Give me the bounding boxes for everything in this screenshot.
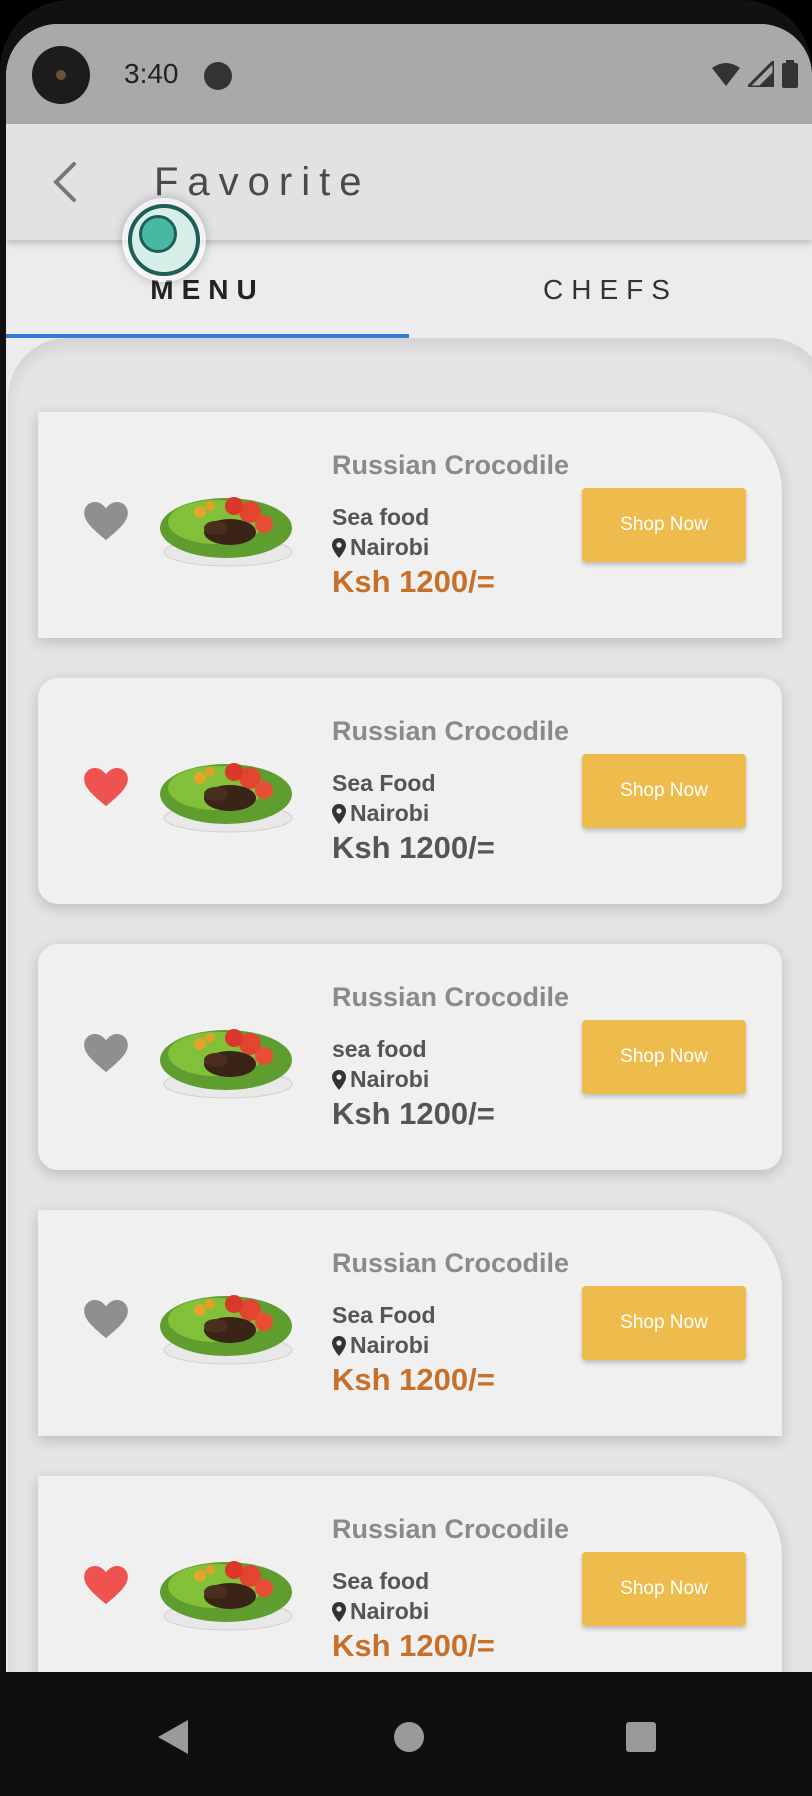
dish-name: Russian Crocodile <box>332 982 570 1012</box>
signal-icon <box>748 61 774 87</box>
food-image <box>160 1029 293 1099</box>
dish-price: Ksh 1200/= <box>332 830 495 865</box>
favorite-card[interactable]: Russian Crocodile sea food Nairobi Ksh 1… <box>38 944 782 1170</box>
shop-now-button[interactable]: Shop Now <box>582 1020 746 1094</box>
dish-category: sea food <box>332 1036 427 1062</box>
nav-back-icon[interactable] <box>158 1720 188 1754</box>
dish-location: Nairobi <box>332 1066 429 1093</box>
location-text: Nairobi <box>350 1332 430 1358</box>
dish-location: Nairobi <box>332 1332 429 1359</box>
heart-icon[interactable] <box>84 1566 128 1606</box>
dish-location: Nairobi <box>332 1598 429 1625</box>
location-text: Nairobi <box>350 534 430 560</box>
shop-now-button[interactable]: Shop Now <box>582 488 746 562</box>
favorite-card[interactable]: Russian Crocodile Sea Food Nairobi Ksh 1… <box>38 1210 782 1436</box>
dish-category: Sea Food <box>332 1302 436 1328</box>
page-title: Favorite <box>154 160 371 204</box>
status-time: 3:40 <box>124 58 179 89</box>
status-bar: 3:40 <box>6 24 812 124</box>
heart-icon[interactable] <box>84 1034 128 1074</box>
dish-price: Ksh 1200/= <box>332 564 495 599</box>
device-frame: 3:40 Favorite MENU CHEFS Russian Crocodi… <box>0 0 812 1796</box>
screen: 3:40 Favorite MENU CHEFS Russian Crocodi… <box>6 24 812 1672</box>
heart-icon[interactable] <box>84 502 128 542</box>
dish-name: Russian Crocodile <box>332 450 570 480</box>
food-image <box>160 497 293 567</box>
touch-indicator <box>122 198 206 282</box>
nav-recents-icon[interactable] <box>626 1722 656 1752</box>
dish-name: Russian Crocodile <box>332 1248 570 1278</box>
nav-home-icon[interactable] <box>394 1722 424 1752</box>
dish-location: Nairobi <box>332 800 429 827</box>
navigation-bar <box>0 1672 812 1796</box>
heart-icon[interactable] <box>84 768 128 808</box>
dish-price: Ksh 1200/= <box>332 1362 495 1397</box>
heart-icon[interactable] <box>84 1300 128 1340</box>
dish-category: Sea Food <box>332 770 436 796</box>
location-pin-icon <box>332 1069 346 1090</box>
favorite-card[interactable]: Russian Crocodile Sea food Nairobi Ksh 1… <box>38 412 782 638</box>
dish-price: Ksh 1200/= <box>332 1628 495 1663</box>
favorite-card[interactable]: Russian Crocodile Sea food Nairobi Ksh 1… <box>38 1476 782 1672</box>
favorite-card[interactable]: Russian Crocodile Sea Food Nairobi Ksh 1… <box>38 678 782 904</box>
food-image <box>160 1295 293 1365</box>
location-pin-icon <box>332 1335 346 1356</box>
location-text: Nairobi <box>350 1066 430 1092</box>
dish-price: Ksh 1200/= <box>332 1096 495 1131</box>
dish-location: Nairobi <box>332 534 429 561</box>
food-image <box>160 1561 293 1631</box>
tab-menu[interactable]: MENU <box>6 240 409 340</box>
location-pin-icon <box>332 803 346 824</box>
location-text: Nairobi <box>350 1598 430 1624</box>
tab-chefs[interactable]: CHEFS <box>409 240 812 340</box>
wifi-icon <box>712 63 740 86</box>
dish-name: Russian Crocodile <box>332 1514 570 1544</box>
favorites-list: Russian Crocodile Sea food Nairobi Ksh 1… <box>8 338 812 1672</box>
shop-now-button[interactable]: Shop Now <box>582 1552 746 1626</box>
location-pin-icon <box>332 1601 346 1622</box>
shop-now-button[interactable]: Shop Now <box>582 754 746 828</box>
location-pin-icon <box>332 537 346 558</box>
dish-category: Sea food <box>332 1568 430 1594</box>
battery-icon <box>782 60 798 88</box>
shop-now-button[interactable]: Shop Now <box>582 1286 746 1360</box>
location-text: Nairobi <box>350 800 430 826</box>
back-arrow-icon[interactable] <box>46 160 90 204</box>
status-icons <box>712 60 798 88</box>
food-image <box>160 763 293 833</box>
notification-icon <box>204 62 232 90</box>
dish-category: Sea food <box>332 504 430 530</box>
camera-cutout <box>32 46 90 104</box>
dish-name: Russian Crocodile <box>332 716 570 746</box>
